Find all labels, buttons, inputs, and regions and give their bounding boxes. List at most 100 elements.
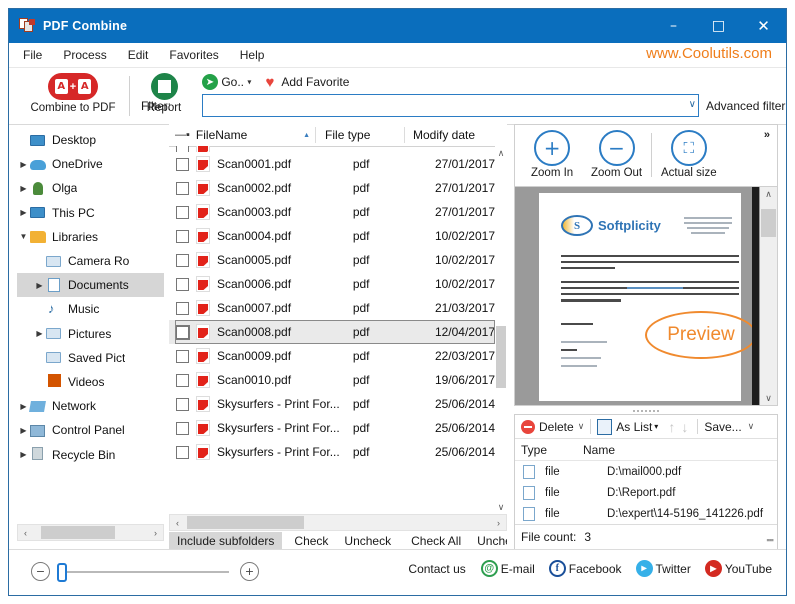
file-list-scroll-thumb[interactable] xyxy=(496,326,506,388)
zoom-slider[interactable]: − + xyxy=(31,562,259,581)
folder-tree[interactable]: Desktop▶OneDrive▶Olga▶This PC▼LibrariesC… xyxy=(17,128,164,517)
table-row[interactable]: Scan0002.pdfpdf27/01/2017 xyxy=(169,176,495,200)
tree-item-pictures[interactable]: ▶Pictures xyxy=(17,322,164,346)
tree-item-libraries[interactable]: ▼Libraries xyxy=(17,225,164,249)
as-list-dropdown-icon[interactable]: ▾ xyxy=(654,422,658,431)
column-header-modifydate[interactable]: Modify date xyxy=(405,124,507,146)
table-row[interactable]: Skysurfers - Print For...pdf25/06/2014 xyxy=(169,440,495,464)
splitter-grip[interactable] xyxy=(514,408,778,413)
filter-input[interactable]: ∨ xyxy=(202,94,699,117)
table-row[interactable]: Scan0003.pdfpdf27/01/2017 xyxy=(169,200,495,224)
row-checkbox[interactable] xyxy=(176,230,189,243)
filelist-button-unche[interactable]: Unche xyxy=(469,532,507,550)
tree-expand-arrow-icon[interactable]: ▶ xyxy=(17,208,30,217)
menu-item-process[interactable]: Process xyxy=(63,48,106,62)
combine-to-pdf-button[interactable]: A + A Combine to PDF xyxy=(22,73,124,114)
file-list-vertical-scrollbar[interactable]: ∧ ∨ xyxy=(495,146,507,514)
tree-item-recycle-bin[interactable]: ▶Recycle Bin xyxy=(17,442,164,466)
table-row[interactable]: Scan0007.pdfpdf21/03/2017 xyxy=(169,296,495,320)
delete-dropdown-icon[interactable]: ∨ xyxy=(578,421,585,432)
row-checkbox[interactable] xyxy=(176,158,189,171)
filelist-button-include-subfolders[interactable]: Include subfolders xyxy=(169,532,282,550)
tree-expand-arrow-icon[interactable]: ▶ xyxy=(17,160,30,169)
tree-expand-arrow-icon[interactable]: ▶ xyxy=(33,329,46,338)
row-checkbox[interactable] xyxy=(176,350,189,363)
preview-document-area[interactable]: S Softplicity xyxy=(514,186,778,406)
table-row[interactable]: Scan0010.pdfpdf19/06/2017 xyxy=(169,368,495,392)
move-up-icon[interactable]: ↑ xyxy=(668,419,675,435)
tree-item-saved-pict[interactable]: Saved Pict xyxy=(17,346,164,370)
tree-item-camera-ro[interactable]: Camera Ro xyxy=(17,249,164,273)
tree-expand-arrow-icon[interactable]: ▶ xyxy=(17,450,30,459)
tree-item-control-panel[interactable]: ▶Control Panel xyxy=(17,418,164,442)
file-scroll-thumb[interactable] xyxy=(187,516,304,529)
actual-size-button[interactable]: ⛶ Actual size xyxy=(661,130,717,179)
table-row[interactable]: Scan0004.pdfpdf10/02/2017 xyxy=(169,224,495,248)
tree-expand-arrow-icon[interactable]: ▶ xyxy=(17,184,30,193)
output-row[interactable]: fileD:\Report.pdf xyxy=(515,482,777,503)
zoom-increase-button[interactable]: + xyxy=(240,562,259,581)
row-checkbox[interactable] xyxy=(176,326,189,339)
scroll-left-icon[interactable]: ‹ xyxy=(18,528,33,538)
save-dropdown-icon[interactable]: ∨ xyxy=(748,421,755,432)
social-link-youtube[interactable]: ▶YouTube xyxy=(705,560,772,577)
file-list-horizontal-scrollbar[interactable]: ‹ › xyxy=(169,514,507,531)
table-row[interactable]: Scan0008.pdfpdf12/04/2017 xyxy=(169,320,495,344)
preview-scrollbar[interactable]: ∧ ∨ xyxy=(760,187,777,405)
add-favorite-button[interactable]: ♥ Add Favorite xyxy=(262,74,349,90)
row-checkbox[interactable] xyxy=(176,374,189,387)
zoom-out-button[interactable]: − Zoom Out xyxy=(591,130,642,179)
expand-toolbar-icon[interactable]: » xyxy=(764,129,770,141)
table-row[interactable]: Scan0009.pdfpdf22/03/2017 xyxy=(169,344,495,368)
table-row[interactable]: Scan0001.pdfpdf27/01/2017 xyxy=(169,152,495,176)
filter-dropdown-icon[interactable]: ∨ xyxy=(689,99,696,110)
output-row[interactable]: fileD:\expert\14-5196_141226.pdf xyxy=(515,503,777,524)
file-scroll-track[interactable] xyxy=(185,515,491,530)
column-header-filetype[interactable]: File type xyxy=(316,124,405,146)
tree-expand-arrow-icon[interactable]: ▼ xyxy=(17,232,30,241)
tree-item-network[interactable]: ▶Network xyxy=(17,394,164,418)
file-scroll-left-icon[interactable]: ‹ xyxy=(170,518,185,528)
brand-url[interactable]: www.Coolutils.com xyxy=(646,45,772,62)
social-link-twitter[interactable]: ▸Twitter xyxy=(636,560,691,577)
tree-item-this-pc[interactable]: ▶This PC xyxy=(17,201,164,225)
preview-scroll-thumb[interactable] xyxy=(761,209,776,237)
table-row[interactable]: Scan0005.pdfpdf10/02/2017 xyxy=(169,248,495,272)
tree-item-desktop[interactable]: Desktop xyxy=(17,128,164,152)
as-list-button[interactable]: As List ▾ xyxy=(597,419,658,435)
row-checkbox[interactable] xyxy=(176,422,189,435)
tree-item-onedrive[interactable]: ▶OneDrive xyxy=(17,152,164,176)
row-checkbox[interactable] xyxy=(176,254,189,267)
column-header-filename[interactable]: —▪ FileName ▲ xyxy=(169,124,316,146)
zoom-slider-thumb[interactable] xyxy=(57,563,67,582)
save-button[interactable]: Save... ∨ xyxy=(704,420,754,434)
tree-item-olga[interactable]: ▶Olga xyxy=(17,176,164,200)
table-row[interactable]: Skysurfers - Print For...pdf25/06/2014 xyxy=(169,416,495,440)
preview-scroll-down-icon[interactable]: ∨ xyxy=(760,391,777,405)
tree-item-music[interactable]: ♪Music xyxy=(17,297,164,321)
tree-scroll-track[interactable] xyxy=(33,525,148,540)
preview-scroll-up-icon[interactable]: ∧ xyxy=(760,187,777,201)
tree-expand-arrow-icon[interactable]: ▶ xyxy=(33,281,46,290)
zoom-decrease-button[interactable]: − xyxy=(31,562,50,581)
scroll-up-icon[interactable]: ∧ xyxy=(495,146,507,160)
row-checkbox[interactable] xyxy=(176,446,189,459)
menu-item-edit[interactable]: Edit xyxy=(128,48,149,62)
maximize-button[interactable]: □ xyxy=(696,9,741,43)
tree-scroll-thumb[interactable] xyxy=(41,526,115,539)
row-checkbox[interactable] xyxy=(176,206,189,219)
delete-button[interactable]: Delete ∨ xyxy=(521,420,584,434)
social-link-facebook[interactable]: fFacebook xyxy=(549,560,622,577)
row-checkbox[interactable] xyxy=(176,302,189,315)
output-column-name[interactable]: Name xyxy=(583,443,615,457)
tree-expand-arrow-icon[interactable]: ▶ xyxy=(17,402,30,411)
go-button[interactable]: ➤ Go.. ▾ xyxy=(202,74,251,90)
resize-grip-icon[interactable]: ▪▪▪ xyxy=(766,535,773,545)
tree-item-videos[interactable]: Videos xyxy=(17,370,164,394)
output-rows-container[interactable]: fileD:\mail000.pdffileD:\Report.pdffileD… xyxy=(515,461,777,524)
menu-item-help[interactable]: Help xyxy=(240,48,265,62)
minimize-button[interactable]: – xyxy=(651,9,696,43)
tree-expand-arrow-icon[interactable]: ▶ xyxy=(17,426,30,435)
table-row[interactable]: Skysurfers - Print For...pdf25/06/2014 xyxy=(169,392,495,416)
social-link-e-mail[interactable]: @E-mail xyxy=(481,560,535,577)
